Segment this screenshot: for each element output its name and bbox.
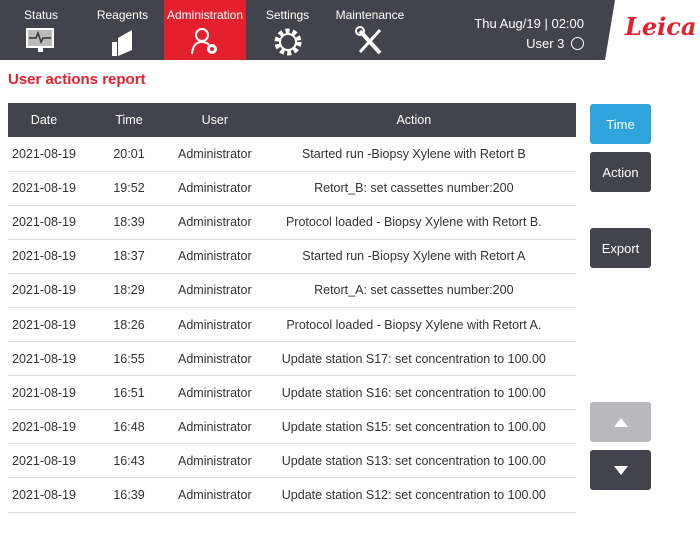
arrow-up-icon	[613, 417, 628, 427]
cell-action: Protocol loaded - Biopsy Xylene with Ret…	[251, 205, 576, 240]
cell-action: Retort_B: set cassettes number:200	[251, 171, 576, 206]
cell-user: Administrator	[178, 137, 252, 172]
scroll-up-button[interactable]	[590, 402, 651, 442]
tab-reagents[interactable]: Reagents	[85, 0, 160, 60]
tab-label: Status	[23, 8, 59, 22]
user-gear-icon	[191, 28, 217, 55]
reagent-bottle-icon	[111, 30, 132, 56]
tab-settings[interactable]: Settings	[250, 0, 325, 60]
column-header-date[interactable]: Date	[8, 103, 80, 137]
tab-administration[interactable]: Administration	[164, 0, 246, 60]
cell-user: Administrator	[178, 273, 252, 308]
table-row[interactable]: 2021-08-19 19:52 Administrator Retort_B: se…	[8, 171, 576, 206]
cell-action: Update station S15: set concentration to…	[251, 409, 576, 445]
table-row[interactable]: 2021-08-19 16:48 Administrator Update stati…	[8, 409, 576, 445]
cell-action: Update station S17: set concentration to…	[251, 341, 576, 377]
sort-by-action-button[interactable]: Action	[590, 152, 651, 192]
column-header-action[interactable]: Action	[251, 103, 576, 137]
status-area: Thu Aug/19 | 02:00 User 3	[474, 14, 584, 54]
table-row[interactable]: 2021-08-19 18:26 Administrator Protocol loa…	[8, 307, 576, 343]
user-icon[interactable]	[571, 37, 584, 50]
cell-time: 18:29	[80, 273, 178, 308]
cell-time: 19:52	[80, 171, 178, 206]
cell-time: 16:51	[80, 375, 178, 411]
cell-user: Administrator	[178, 443, 252, 479]
cell-user: Administrator	[178, 205, 252, 240]
cell-action: Retort_A: set cassettes number:200	[251, 273, 576, 308]
cell-time: 16:43	[80, 443, 178, 479]
table-row[interactable]: 2021-08-19 16:55 Administrator Update stati…	[8, 341, 576, 377]
table-row[interactable]: 2021-08-19 16:39 Administrator Update stati…	[8, 477, 576, 513]
cell-date: 2021-08-19	[8, 375, 80, 411]
current-user: User 3	[526, 36, 565, 51]
cell-action: Started run -Biopsy Xylene with Retort B	[251, 137, 576, 172]
monitor-icon	[26, 28, 54, 52]
leica-logo: Leica	[605, 0, 700, 60]
table-row[interactable]: 2021-08-19 20:01 Administrator Started run …	[8, 137, 576, 172]
column-header-time[interactable]: Time	[80, 103, 178, 137]
table-row[interactable]: 2021-08-19 16:43 Administrator Update stati…	[8, 443, 576, 479]
cell-time: 16:39	[80, 477, 178, 513]
cell-user: Administrator	[178, 375, 252, 411]
arrow-down-icon	[613, 465, 628, 475]
cell-date: 2021-08-19	[8, 205, 80, 240]
tab-label: Reagents	[96, 8, 149, 22]
cell-date: 2021-08-19	[8, 409, 80, 445]
cell-date: 2021-08-19	[8, 477, 80, 513]
cell-date: 2021-08-19	[8, 273, 80, 308]
cell-date: 2021-08-19	[8, 443, 80, 479]
cell-action: Update station S16: set concentration to…	[251, 375, 576, 411]
cell-date: 2021-08-19	[8, 307, 80, 343]
table-row[interactable]: 2021-08-19 18:29 Administrator Retort_A: se…	[8, 273, 576, 308]
tab-status[interactable]: Status	[5, 0, 77, 60]
cell-user: Administrator	[178, 307, 252, 343]
cell-user: Administrator	[178, 239, 252, 274]
cell-date: 2021-08-19	[8, 171, 80, 206]
cell-user: Administrator	[178, 171, 252, 206]
scroll-down-button[interactable]	[590, 450, 651, 490]
cell-date: 2021-08-19	[8, 137, 80, 172]
column-header-user[interactable]: User	[178, 103, 252, 137]
cell-action: Protocol loaded - Biopsy Xylene with Ret…	[251, 307, 576, 343]
tab-label: Settings	[265, 8, 310, 22]
gear-icon	[274, 28, 301, 56]
cell-user: Administrator	[178, 477, 252, 513]
table-row[interactable]: 2021-08-19 16:51 Administrator Update stati…	[8, 375, 576, 411]
cell-time: 18:37	[80, 239, 178, 274]
tab-label: Maintenance	[335, 8, 405, 22]
user-actions-table: Date Time User Action 2021-08-19 20:01 Adm…	[8, 103, 576, 513]
cell-date: 2021-08-19	[8, 341, 80, 377]
tab-label: Administration	[166, 8, 244, 22]
cell-user: Administrator	[178, 341, 252, 377]
tab-maintenance[interactable]: Maintenance	[330, 0, 410, 60]
page-title: User actions report	[8, 71, 146, 88]
cell-time: 16:55	[80, 341, 178, 377]
cell-time: 18:39	[80, 205, 178, 240]
cell-action: Started run -Biopsy Xylene with Retort A	[251, 239, 576, 274]
cell-action: Update station S12: set concentration to…	[251, 477, 576, 513]
table-row[interactable]: 2021-08-19 18:39 Administrator Protocol loa…	[8, 205, 576, 240]
table-row[interactable]: 2021-08-19 18:37 Administrator Started run …	[8, 239, 576, 274]
top-nav-bar: Status Reagents Administration Settings …	[0, 0, 700, 60]
export-button[interactable]: Export	[590, 228, 651, 268]
cell-time: 16:48	[80, 409, 178, 445]
cell-time: 18:26	[80, 307, 178, 343]
datetime: Thu Aug/19 | 02:00	[474, 16, 584, 31]
cell-user: Administrator	[178, 409, 252, 445]
sort-by-time-button[interactable]: Time	[590, 104, 651, 144]
cell-time: 20:01	[80, 137, 178, 172]
cell-action: Update station S13: set concentration to…	[251, 443, 576, 479]
cell-date: 2021-08-19	[8, 239, 80, 274]
tools-icon	[355, 26, 382, 55]
